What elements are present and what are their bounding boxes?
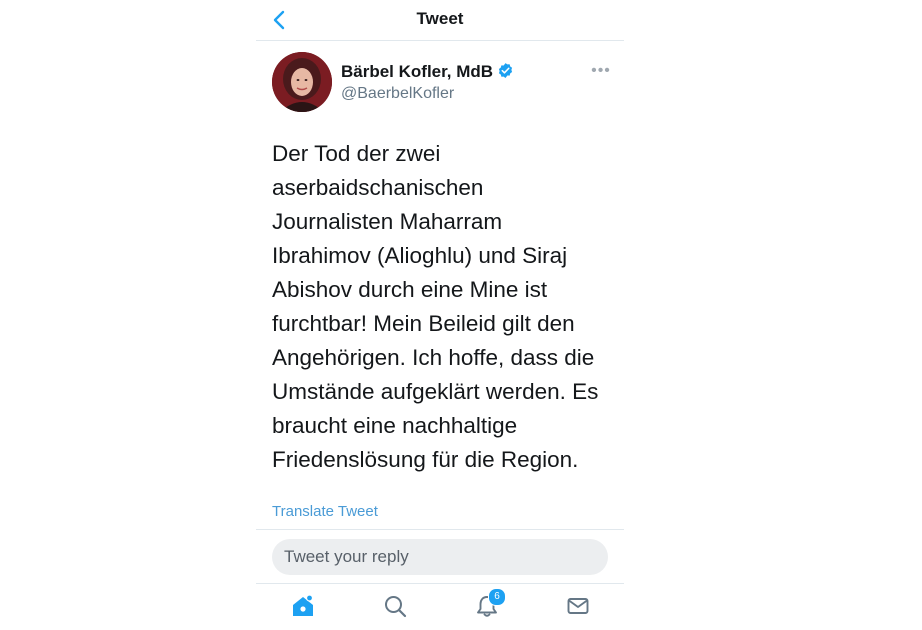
top-navigation-bar: Tweet (256, 0, 624, 41)
tab-search[interactable] (382, 593, 408, 619)
verified-badge-icon (499, 63, 513, 78)
tab-home[interactable] (290, 593, 316, 619)
tweet-text-line: Friedenslösung für die Region. (272, 447, 579, 472)
tweet-text-line: Ibrahimov (Alioghlu) und Siraj (272, 243, 568, 268)
mail-icon (567, 598, 589, 614)
avatar[interactable] (272, 52, 332, 112)
tweet-text-line: furchtbar! Mein Beileid gilt den (272, 311, 575, 336)
tweet-detail-screen: Tweet Bärbel Kofler, MdB @BaerbelKofler … (256, 0, 624, 630)
reply-input[interactable] (272, 539, 608, 575)
tweet-text-line: Angehörigen. Ich hoffe, dass die (272, 345, 595, 370)
tab-messages[interactable] (565, 593, 591, 619)
more-options-icon[interactable]: ••• (590, 62, 612, 80)
bottom-tab-bar: 6 (256, 584, 624, 630)
tweet-text-line: Der Tod der zwei (272, 141, 441, 166)
page-title: Tweet (416, 9, 464, 28)
home-icon (293, 594, 314, 616)
divider (256, 529, 624, 530)
author-display-name: Bärbel Kofler, MdB (341, 62, 494, 81)
tweet-text: Der Tod der zwei aserbaidschanischen Jou… (272, 137, 618, 477)
tweet-text-line: Umstände aufgeklärt werden. Es (272, 379, 599, 404)
notifications-badge: 6 (488, 588, 506, 606)
tweet-text-line: Abishov durch eine Mine ist (272, 277, 548, 302)
tweet-text-line: braucht eine nachhaltige (272, 413, 518, 438)
author-name-row[interactable]: Bärbel Kofler, MdB (341, 62, 514, 82)
profile-photo (272, 52, 332, 112)
tab-notifications[interactable]: 6 (474, 588, 506, 619)
search-icon (385, 596, 407, 618)
translate-tweet-link[interactable]: Translate Tweet (272, 503, 378, 520)
author-handle[interactable]: @BaerbelKofler (341, 85, 454, 103)
tweet-text-line: Journalisten Maharram (272, 209, 503, 234)
tweet-text-line: aserbaidschanischen (272, 175, 484, 200)
